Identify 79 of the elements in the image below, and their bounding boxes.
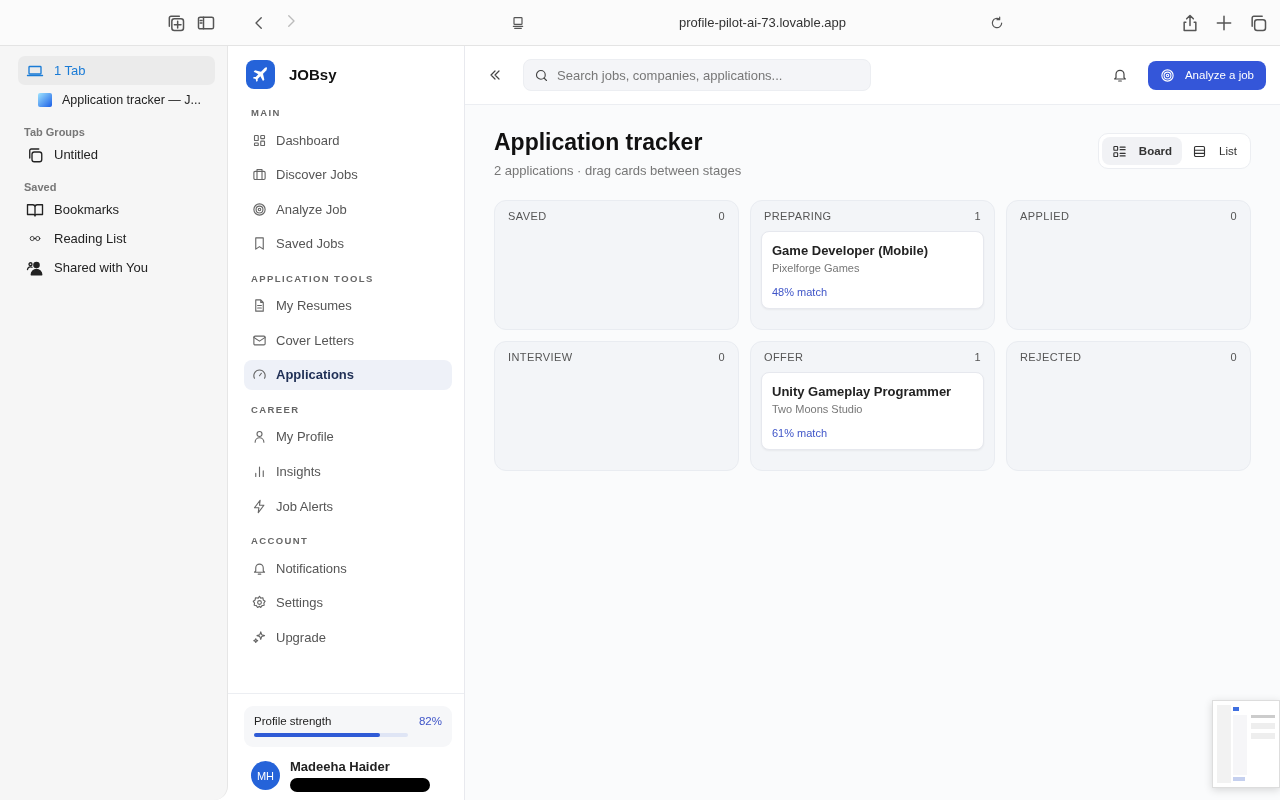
share-icon[interactable] (1180, 12, 1200, 33)
bookmark-icon (252, 236, 267, 252)
stage-title: PREPARING (764, 210, 832, 222)
nav-item[interactable]: My Profile (244, 421, 452, 452)
profile-strength-value: 82% (418, 715, 442, 727)
tab-item[interactable]: Application tracker — J... (18, 85, 215, 114)
nav-item[interactable]: Applications (244, 359, 452, 390)
stage-count: 0 (1230, 210, 1237, 222)
lightning-icon (252, 498, 267, 514)
briefcase-icon (252, 167, 267, 183)
nav-item[interactable]: Discover Jobs (244, 159, 452, 190)
mail-icon (252, 332, 267, 348)
saved-item[interactable]: Shared with You (18, 253, 215, 282)
profile-strength-label: Profile strength (254, 715, 332, 727)
bell-icon[interactable] (1111, 67, 1128, 83)
search-field[interactable]: Search jobs, companies, applications... (523, 59, 871, 91)
favicon-icon (38, 92, 52, 107)
tab-count-item[interactable]: 1 Tab (18, 56, 215, 85)
view-toggle[interactable]: List (1182, 137, 1247, 165)
nav-item[interactable]: Insights (244, 456, 452, 487)
reader-icon (510, 14, 526, 31)
match-score: 61% match (772, 427, 829, 439)
section-heading: Saved (23, 180, 58, 195)
board-icon (1111, 143, 1127, 159)
tab-group-item[interactable]: Untitled (18, 140, 215, 169)
nav-item[interactable]: Saved Jobs (244, 228, 452, 259)
job-title: Unity Gameplay Programmer (772, 384, 953, 399)
stage-title: APPLIED (1020, 210, 1070, 222)
nav-section-heading: CAREER (250, 402, 301, 417)
stage-count: 0 (1230, 351, 1237, 363)
nav-section-heading: MAIN (250, 106, 282, 120)
target-icon (1159, 67, 1175, 83)
view-toggle[interactable]: Board (1101, 137, 1183, 165)
settings-icon (252, 595, 267, 611)
company-name: Pixelforge Games (772, 262, 861, 274)
user-icon (252, 429, 267, 445)
brand-name: JOBsy (289, 66, 337, 83)
nav-item[interactable]: Settings (244, 587, 452, 618)
analyze-job-button[interactable]: Analyze a job (1147, 60, 1266, 90)
nav-item[interactable]: Upgrade (244, 622, 452, 653)
stage-count: 1 (974, 210, 981, 222)
stage-title: OFFER (764, 351, 804, 363)
company-name: Two Moons Studio (772, 403, 864, 415)
plane-logo-icon (246, 60, 275, 89)
application-card[interactable]: Unity Gameplay Programmer Two Moons Studio 61% match (761, 372, 984, 450)
nav-item[interactable]: Analyze Job (244, 194, 452, 225)
bar-chart-icon (252, 464, 267, 480)
nav-item[interactable]: Job Alerts (244, 491, 452, 522)
reload-icon[interactable] (989, 14, 1005, 31)
stage-count: 1 (974, 351, 981, 363)
page-title: Application tracker (494, 129, 704, 156)
page-subtitle: 2 applications · drag cards between stages (494, 163, 742, 178)
nav-item[interactable]: Cover Letters (244, 325, 452, 356)
match-score: 48% match (772, 286, 829, 298)
stage-count: 0 (718, 210, 725, 222)
user-name: Madeeha Haider (290, 759, 391, 774)
application-card[interactable]: Game Developer (Mobile) Pixelforge Games 48% match (761, 231, 984, 309)
nav-section-heading: APPLICATION TOOLS (250, 271, 375, 286)
grid-icon (252, 132, 267, 148)
search-icon (534, 68, 549, 83)
section-heading: Tab Groups (23, 125, 86, 140)
job-title: Game Developer (Mobile) (772, 243, 930, 258)
document-icon (252, 298, 267, 314)
list-icon (1192, 143, 1208, 159)
stage-title: SAVED (508, 210, 547, 222)
nav-section-heading: ACCOUNT (250, 534, 310, 549)
bell-icon (252, 560, 267, 576)
tab-group-icon (26, 145, 44, 164)
stage-title: REJECTED (1020, 351, 1082, 363)
saved-item[interactable]: Bookmarks (18, 195, 215, 224)
nav-item[interactable]: Dashboard (244, 125, 452, 155)
nav-item[interactable]: Notifications (244, 553, 452, 584)
user-avatar[interactable]: MH (251, 761, 280, 790)
stage-title: INTERVIEW (508, 351, 573, 363)
nav-item[interactable]: My Resumes (244, 290, 452, 321)
stage-count: 0 (718, 351, 725, 363)
sparkles-icon (252, 629, 267, 645)
saved-item[interactable]: Reading List (18, 224, 215, 253)
target-icon (252, 201, 267, 217)
